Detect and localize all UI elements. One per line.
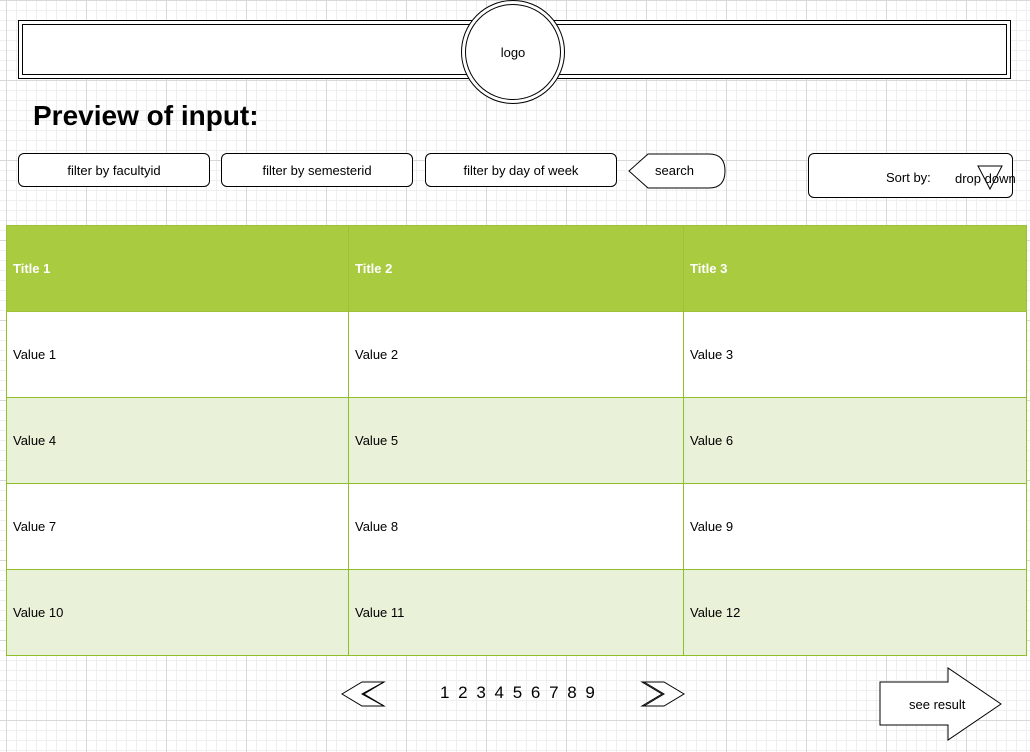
page-title: Preview of input: — [33, 100, 259, 131]
sort-label: Sort by: — [886, 170, 931, 185]
logo[interactable]: logo — [461, 0, 565, 104]
table-cell: Value 7 — [6, 483, 349, 570]
table-row[interactable]: Value 4 Value 5 Value 6 — [6, 397, 1027, 484]
table-cell: Value 5 — [348, 397, 684, 484]
table-cell: Value 4 — [6, 397, 349, 484]
see-result-label: see result — [909, 697, 966, 712]
sort-dropdown[interactable]: Sort by: drop down — [808, 153, 1016, 198]
data-table: Title 1 Title 2 Title 3 Value 1 Value 2 … — [6, 225, 1027, 656]
table-cell: Value 3 — [683, 311, 1027, 398]
filter-semesterid-button[interactable]: filter by semesterid — [221, 153, 413, 187]
search-button[interactable]: search — [627, 153, 727, 189]
see-result-button[interactable]: see result — [879, 667, 1003, 741]
table-cell: Value 1 — [6, 311, 349, 398]
double-chevron-right-icon[interactable] — [640, 680, 688, 708]
table-row[interactable]: Value 7 Value 8 Value 9 — [6, 483, 1027, 570]
logo-label: logo — [500, 45, 526, 60]
column-header[interactable]: Title 1 — [6, 225, 349, 312]
table-row[interactable]: Value 10 Value 11 Value 12 — [6, 569, 1027, 656]
column-header[interactable]: Title 2 — [348, 225, 684, 312]
table-header-row: Title 1 Title 2 Title 3 — [6, 225, 1027, 312]
page-numbers[interactable]: 1 2 3 4 5 6 7 8 9 — [440, 683, 597, 703]
table-cell: Value 9 — [683, 483, 1027, 570]
table-row[interactable]: Value 1 Value 2 Value 3 — [6, 311, 1027, 398]
filter-facultyid-button[interactable]: filter by facultyid — [18, 153, 210, 187]
table-cell: Value 6 — [683, 397, 1027, 484]
table-cell: Value 12 — [683, 569, 1027, 656]
table-cell: Value 8 — [348, 483, 684, 570]
column-header[interactable]: Title 3 — [683, 225, 1027, 312]
table-cell: Value 10 — [6, 569, 349, 656]
table-cell: Value 11 — [348, 569, 684, 656]
double-chevron-left-icon[interactable] — [340, 680, 388, 708]
chevron-down-icon[interactable] — [976, 163, 1004, 191]
filter-day-of-week-button[interactable]: filter by day of week — [425, 153, 617, 187]
table-cell: Value 2 — [348, 311, 684, 398]
search-label: search — [655, 163, 695, 178]
